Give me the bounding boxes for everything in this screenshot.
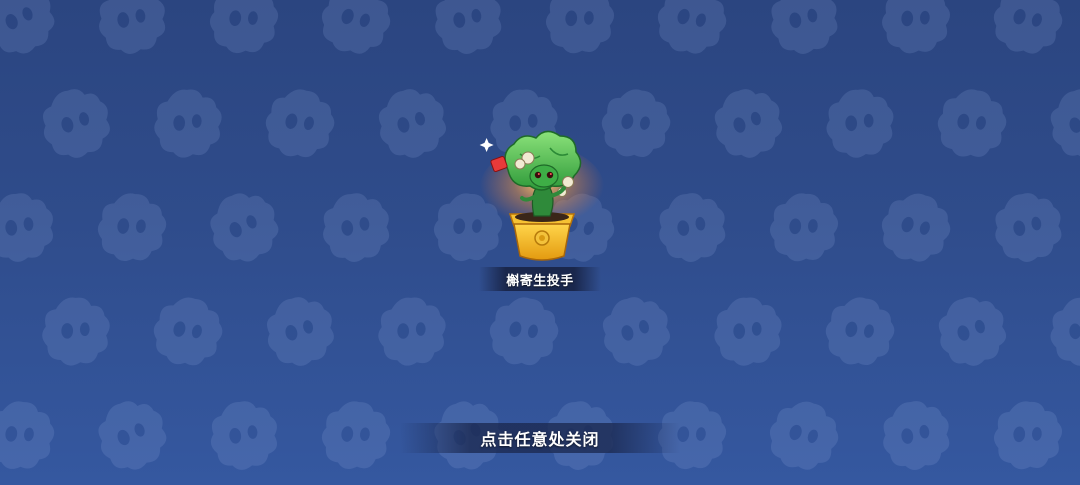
close-hint-bar[interactable]: 点击任意处关闭 — [400, 423, 680, 453]
reward-name-plate: 槲寄生投手 — [479, 267, 601, 291]
close-hint-label: 点击任意处关闭 — [480, 430, 600, 449]
reward-name-label: 槲寄生投手 — [506, 273, 574, 289]
